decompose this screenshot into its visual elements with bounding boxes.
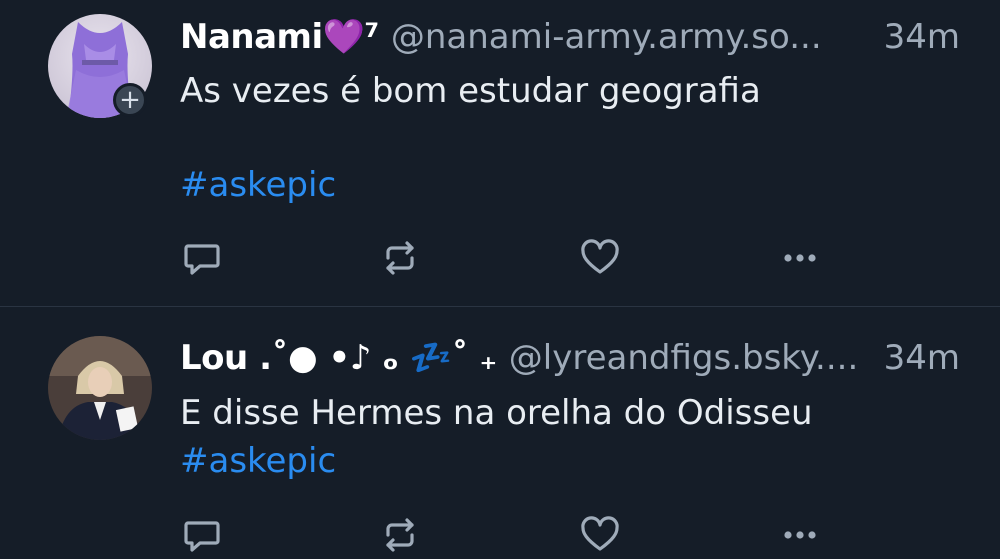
- like-button[interactable]: [578, 236, 622, 280]
- more-icon: [784, 531, 816, 539]
- more-icon: [784, 254, 816, 262]
- more-options-button[interactable]: [778, 513, 822, 557]
- hashtag-link[interactable]: #askepic: [180, 165, 336, 205]
- more-options-button[interactable]: [778, 236, 822, 280]
- repost-icon: [386, 241, 414, 275]
- post-time[interactable]: 34m: [874, 338, 960, 378]
- post-time[interactable]: 34m: [874, 17, 960, 57]
- post-header: Lou .˚● •♪ ₒ 💤˚ ₊ @lyreandfigs.bsky.... …: [180, 338, 960, 382]
- author-avatar[interactable]: [48, 336, 152, 440]
- like-button[interactable]: [578, 513, 622, 557]
- feed-post[interactable]: Lou .˚● •♪ ₒ 💤˚ ₊ @lyreandfigs.bsky.... …: [0, 307, 1000, 559]
- feed-post[interactable]: + Nanami💜⁷ @nanami-army.army.so... 34m A…: [0, 0, 1000, 306]
- post-actions: [180, 236, 840, 280]
- reply-button[interactable]: [180, 513, 224, 557]
- repost-button[interactable]: [378, 236, 422, 280]
- heart-icon: [581, 516, 619, 551]
- post-feed: + Nanami💜⁷ @nanami-army.army.so... 34m A…: [0, 0, 1000, 559]
- hashtag-link[interactable]: #askepic: [180, 441, 336, 481]
- display-name[interactable]: Lou .˚● •♪ ₒ 💤˚ ₊: [180, 338, 497, 378]
- reply-icon: [184, 521, 220, 552]
- reply-icon: [184, 244, 220, 275]
- post-header: Nanami💜⁷ @nanami-army.army.so... 34m: [180, 17, 960, 61]
- post-text: As vezes é bom estudar geografia: [180, 71, 761, 111]
- repost-icon: [386, 518, 414, 552]
- post-text: E disse Hermes na orelha do Odisseu: [180, 393, 813, 433]
- repost-button[interactable]: [378, 513, 422, 557]
- author-handle[interactable]: @nanami-army.army.so...: [391, 17, 822, 57]
- author-handle[interactable]: @lyreandfigs.bsky....: [509, 338, 858, 378]
- avatar-person-suit-icon: [48, 336, 152, 440]
- follow-plus-button[interactable]: +: [113, 83, 147, 117]
- post-actions: [180, 513, 840, 557]
- display-name[interactable]: Nanami💜⁷: [180, 17, 379, 57]
- heart-icon: [581, 239, 619, 274]
- reply-button[interactable]: [180, 236, 224, 280]
